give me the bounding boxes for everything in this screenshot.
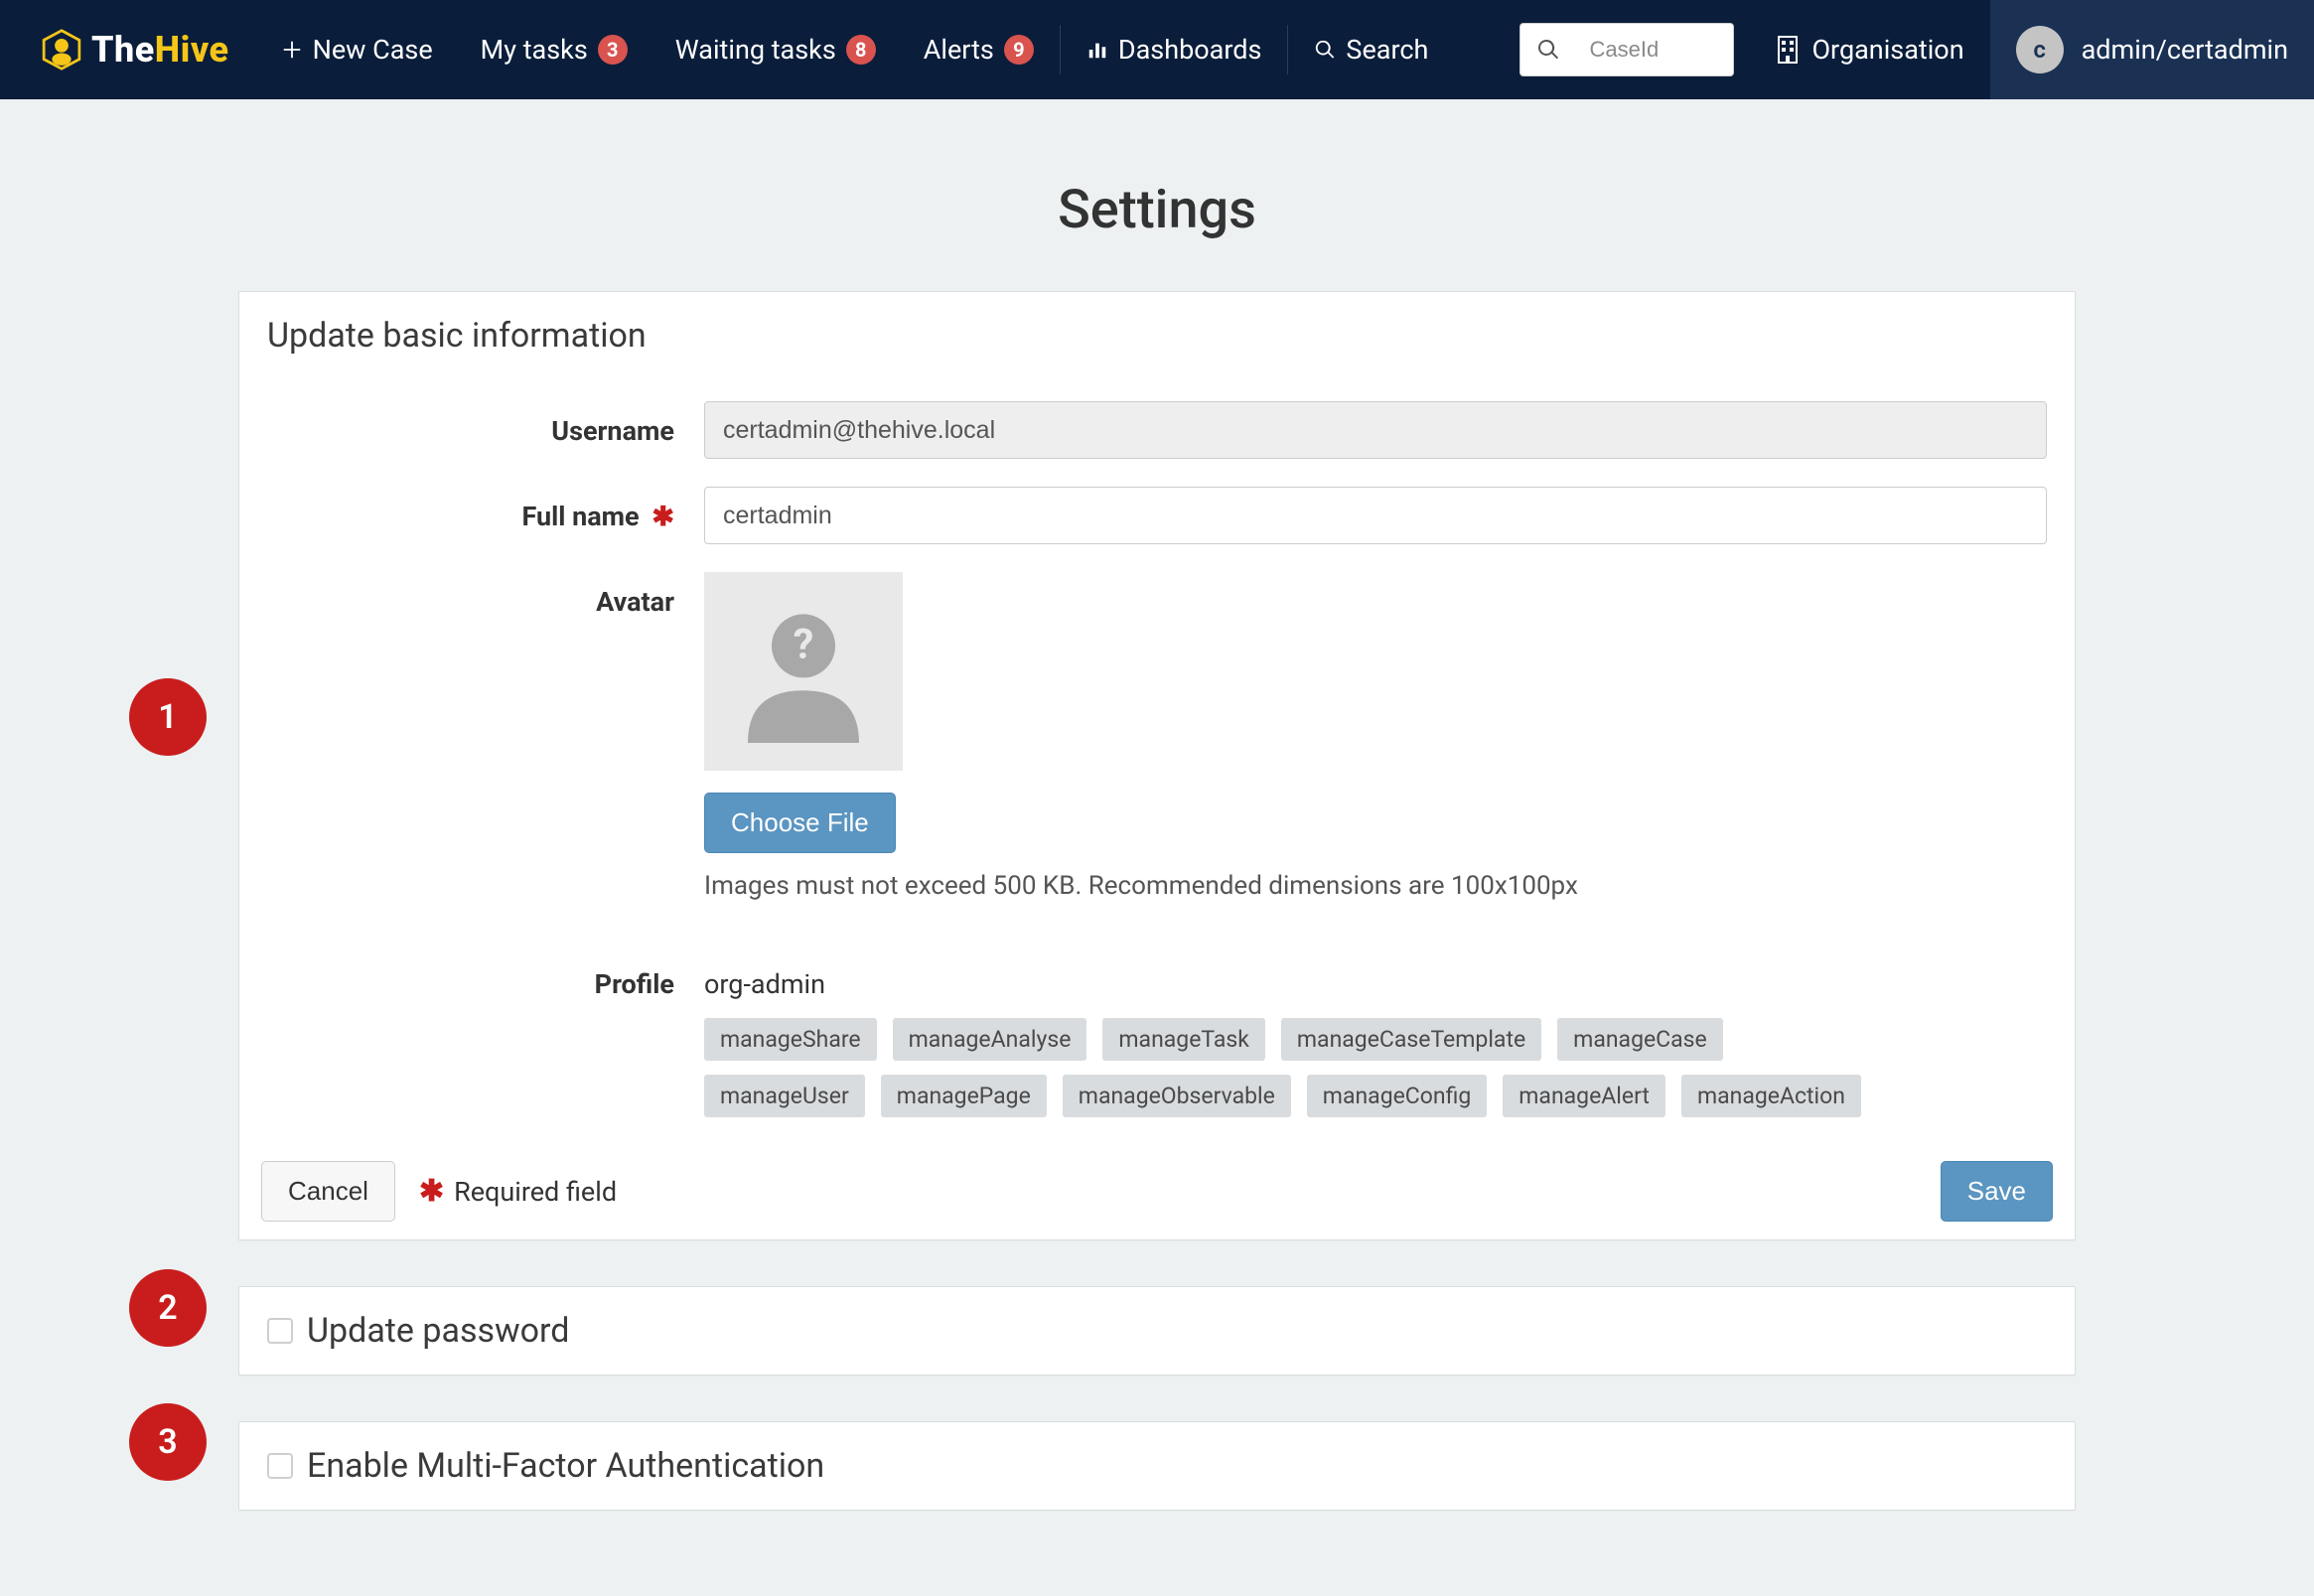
case-search-icon[interactable] — [1519, 23, 1575, 76]
permission-tag: manageTask — [1102, 1018, 1265, 1061]
nav-organisation[interactable]: Organisation — [1750, 34, 1989, 66]
profile-name: org-admin — [704, 954, 2047, 1000]
panel-basic-footer: Cancel ✱ Required field Save — [239, 1143, 2075, 1239]
nav-new-case-label: New Case — [313, 34, 433, 66]
callout-2: 2 — [129, 1269, 207, 1347]
callout-1: 1 — [129, 678, 207, 756]
search-icon — [1314, 39, 1336, 61]
avatar-hint: Images must not exceed 500 KB. Recommend… — [704, 871, 2047, 901]
nav-waiting-tasks-label: Waiting tasks — [675, 34, 836, 66]
panel-enable-mfa: Enable Multi-Factor Authentication — [238, 1421, 2076, 1511]
permission-tag: manageAlert — [1503, 1075, 1665, 1117]
permission-tag: manageAnalyse — [893, 1018, 1087, 1061]
label-profile: Profile — [267, 954, 704, 1000]
row-profile: Profile org-admin manageShare manageAnal… — [267, 915, 2047, 1131]
nav-dashboards[interactable]: Dashboards — [1063, 20, 1286, 79]
fullname-input[interactable] — [704, 487, 2047, 544]
page-title: Settings — [0, 179, 2314, 241]
bar-chart-icon — [1086, 39, 1108, 61]
label-fullname: Full name ✱ — [267, 487, 704, 532]
required-note-text: Required field — [454, 1176, 617, 1208]
panel-password-header[interactable]: Update password — [239, 1287, 2075, 1375]
panel-mfa-title: Enable Multi-Factor Authentication — [307, 1446, 824, 1486]
nav-waiting-tasks[interactable]: Waiting tasks 8 — [651, 20, 900, 79]
permission-tag: manageObservable — [1063, 1075, 1291, 1117]
nav-my-tasks-label: My tasks — [481, 34, 588, 66]
row-fullname: Full name ✱ — [267, 473, 2047, 558]
label-username: Username — [267, 401, 704, 447]
brand-hive: Hive — [155, 29, 229, 71]
permission-tag: managePage — [881, 1075, 1047, 1117]
avatar-preview: ? — [704, 572, 903, 771]
save-button[interactable]: Save — [1941, 1161, 2053, 1222]
label-avatar: Avatar — [267, 572, 704, 618]
plus-icon — [281, 39, 303, 61]
alerts-badge: 9 — [1004, 35, 1034, 65]
row-avatar: Avatar ? Choose File Images mus — [267, 558, 2047, 915]
label-fullname-text: Full name — [521, 501, 639, 532]
nav-new-case[interactable]: New Case — [257, 20, 457, 79]
required-note: ✱ Required field — [419, 1174, 617, 1209]
panel-basic-body: Username Full name ✱ Avatar — [239, 379, 2075, 1143]
nav-alerts[interactable]: Alerts 9 — [900, 20, 1058, 79]
permission-tag: manageCase — [1557, 1018, 1723, 1061]
panels-wrap: 1 Update basic information Username Full… — [238, 291, 2076, 1511]
building-icon — [1776, 35, 1800, 65]
nav-search[interactable]: Search — [1290, 20, 1452, 79]
cancel-button[interactable]: Cancel — [261, 1161, 395, 1222]
svg-text:?: ? — [794, 621, 814, 669]
mfa-checkbox[interactable] — [267, 1453, 293, 1479]
hive-logo-icon — [40, 28, 83, 72]
permission-tag: manageShare — [704, 1018, 877, 1061]
navbar: TheHive New Case My tasks 3 Waiting task… — [0, 0, 2314, 99]
nav-list: New Case My tasks 3 Waiting tasks 8 Aler… — [257, 0, 1453, 99]
nav-search-label: Search — [1346, 34, 1428, 66]
nav-my-tasks[interactable]: My tasks 3 — [457, 20, 651, 79]
page: Settings 1 Update basic information User… — [0, 99, 2314, 1596]
waiting-tasks-badge: 8 — [846, 35, 876, 65]
avatar-placeholder-icon: ? — [724, 592, 883, 751]
callout-3: 3 — [129, 1403, 207, 1481]
row-username: Username — [267, 387, 2047, 473]
nav-user-label: admin/certadmin — [2082, 34, 2288, 66]
my-tasks-badge: 3 — [598, 35, 628, 65]
nav-organisation-label: Organisation — [1811, 34, 1963, 66]
panel-basic-title: Update basic information — [239, 292, 2075, 379]
nav-divider — [1060, 25, 1061, 74]
panel-mfa-header[interactable]: Enable Multi-Factor Authentication — [239, 1422, 2075, 1510]
panel-password-title: Update password — [307, 1311, 569, 1351]
case-search — [1519, 23, 1734, 76]
permission-tag: manageAction — [1681, 1075, 1861, 1117]
profile-permissions: manageShare manageAnalyse manageTask man… — [704, 1018, 1896, 1117]
user-avatar: c — [2016, 26, 2064, 73]
permission-tag: manageUser — [704, 1075, 865, 1117]
brand-the: The — [91, 29, 155, 71]
password-checkbox[interactable] — [267, 1318, 293, 1344]
permission-tag: manageCaseTemplate — [1281, 1018, 1541, 1061]
nav-dashboards-label: Dashboards — [1118, 34, 1262, 66]
permission-tag: manageConfig — [1307, 1075, 1487, 1117]
case-search-input[interactable] — [1575, 23, 1734, 76]
required-asterisk-icon: ✱ — [419, 1174, 444, 1209]
panel-update-password: Update password — [238, 1286, 2076, 1376]
nav-divider — [1287, 25, 1288, 74]
brand[interactable]: TheHive — [0, 28, 257, 72]
choose-file-button[interactable]: Choose File — [704, 793, 896, 853]
nav-user-menu[interactable]: c admin/certadmin — [1990, 0, 2314, 99]
required-asterisk-icon: ✱ — [651, 501, 674, 532]
nav-alerts-label: Alerts — [924, 34, 994, 66]
panel-basic-info: Update basic information Username Full n… — [238, 291, 2076, 1240]
username-input — [704, 401, 2047, 459]
